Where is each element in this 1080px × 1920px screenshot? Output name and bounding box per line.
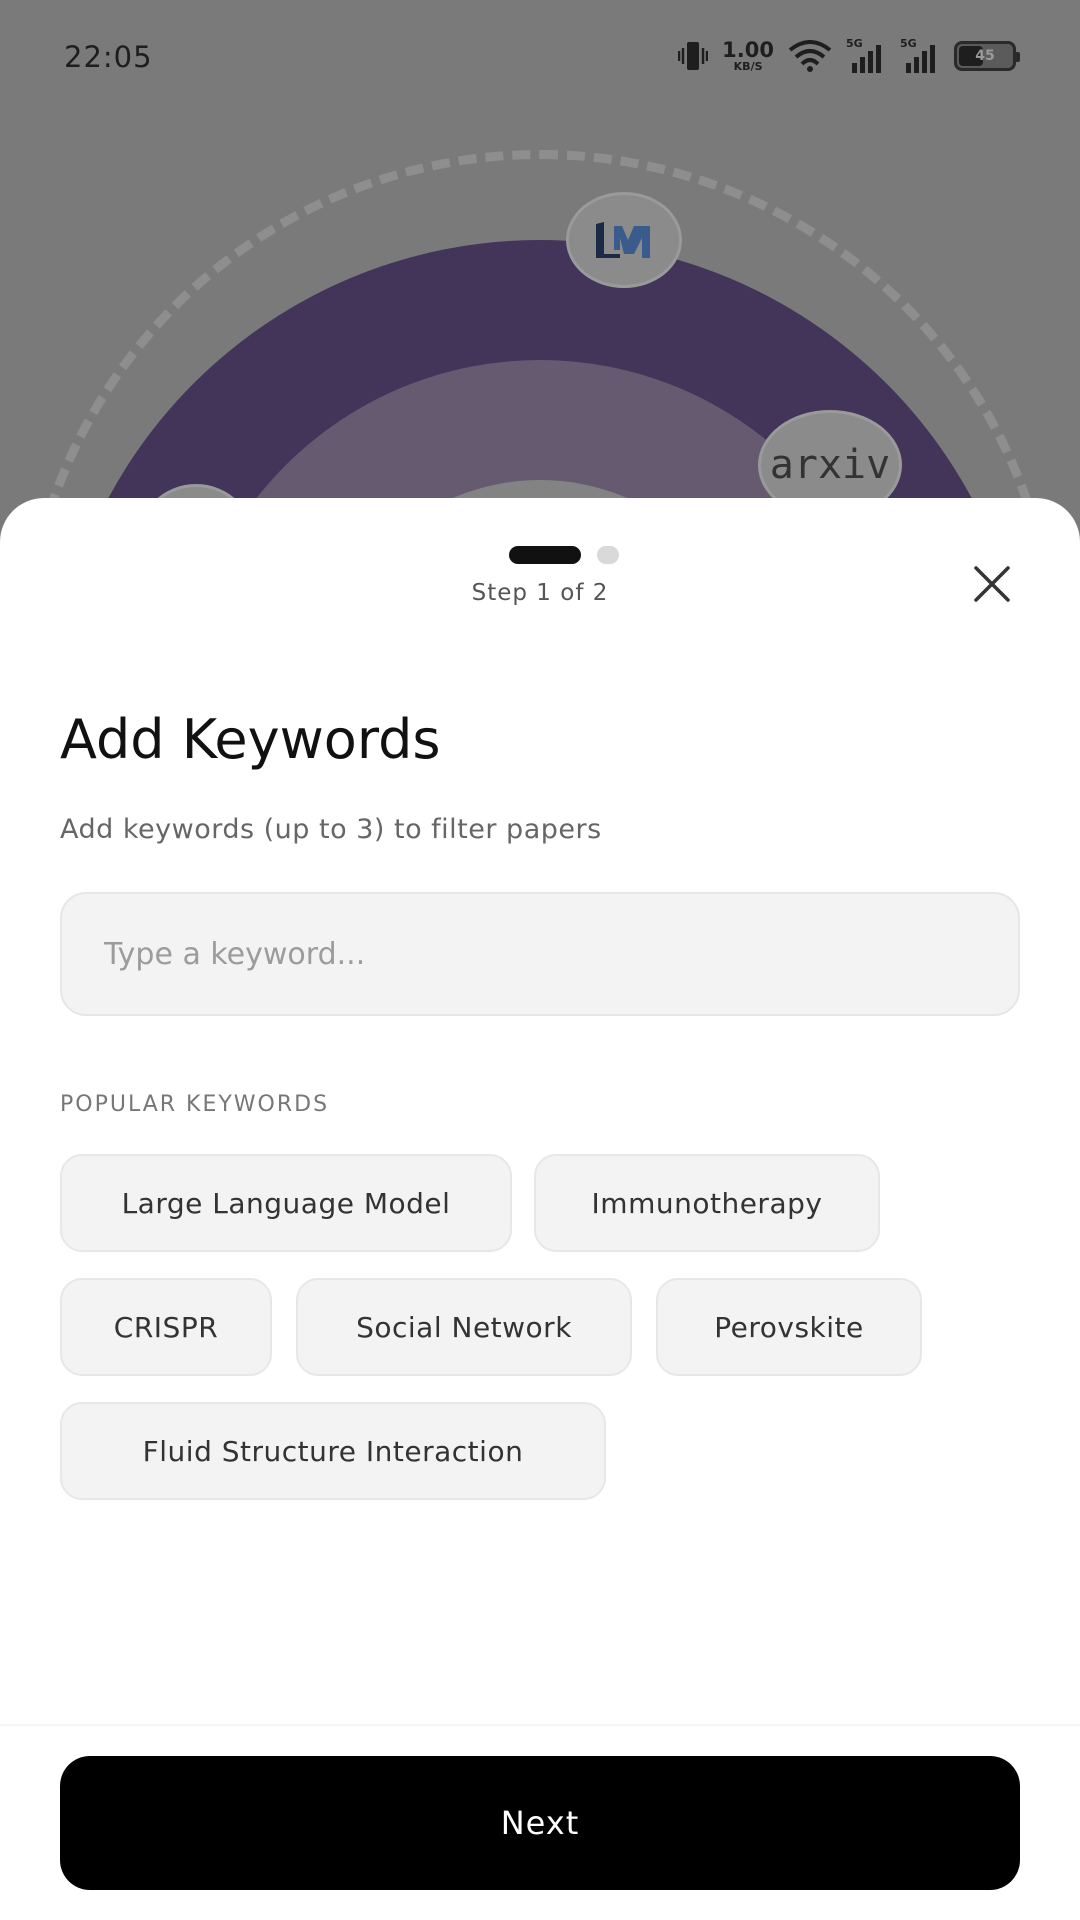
arxiv-logo-text: arxiv <box>769 442 891 488</box>
vibrate-icon <box>678 42 709 70</box>
battery-level: 45 <box>975 48 995 64</box>
step-label: Step 1 of 2 <box>471 580 609 606</box>
signal-2-icon: 5G <box>900 37 940 73</box>
page-title: Add Keywords <box>60 708 441 771</box>
signal-2-label: 5G <box>900 37 917 50</box>
close-icon <box>974 566 1010 602</box>
network-speed: 1.00 KB/S <box>722 38 774 73</box>
step-indicator <box>0 546 1080 564</box>
step-dot-inactive <box>597 546 619 564</box>
footer-divider <box>0 1724 1080 1726</box>
network-speed-value: 1.00 <box>722 38 774 62</box>
status-icons: 1.00 KB/S 5G 5G 45 <box>678 36 1020 76</box>
battery-icon: 45 <box>954 41 1020 71</box>
page-subtitle: Add keywords (up to 3) to filter papers <box>60 814 602 845</box>
popular-keywords-label: POPULAR KEYWORDS <box>60 1092 330 1117</box>
keyword-chip[interactable]: Immunotherapy <box>534 1154 880 1252</box>
status-bar: 22:05 1.00 KB/S 5G 5G 45 <box>0 0 1080 110</box>
keyword-chip[interactable]: Social Network <box>296 1278 632 1376</box>
wifi-icon <box>788 40 832 72</box>
close-button[interactable] <box>966 558 1018 610</box>
next-button[interactable]: Next <box>60 1756 1020 1890</box>
keyword-chip[interactable]: Fluid Structure Interaction <box>60 1402 606 1500</box>
signal-1-label: 5G <box>846 37 863 50</box>
keyword-chip[interactable]: CRISPR <box>60 1278 272 1376</box>
keyword-chip[interactable]: Perovskite <box>656 1278 922 1376</box>
signal-1-icon: 5G <box>846 37 886 73</box>
lm-logo-badge <box>566 192 682 288</box>
step-dot-active <box>509 546 581 564</box>
add-keywords-sheet: Step 1 of 2 Add Keywords Add keywords (u… <box>0 498 1080 1920</box>
status-time: 22:05 <box>64 40 153 74</box>
lm-logo-icon <box>596 222 650 258</box>
keyword-input[interactable] <box>60 892 1020 1016</box>
network-speed-unit: KB/S <box>733 60 763 73</box>
keyword-chip[interactable]: Large Language Model <box>60 1154 512 1252</box>
screen: arxiv 22:05 1.00 KB/S 5G 5G 45 Step 1 of… <box>0 0 1080 1920</box>
background-overlay[interactable]: arxiv 22:05 1.00 KB/S 5G 5G 45 <box>0 0 1080 560</box>
